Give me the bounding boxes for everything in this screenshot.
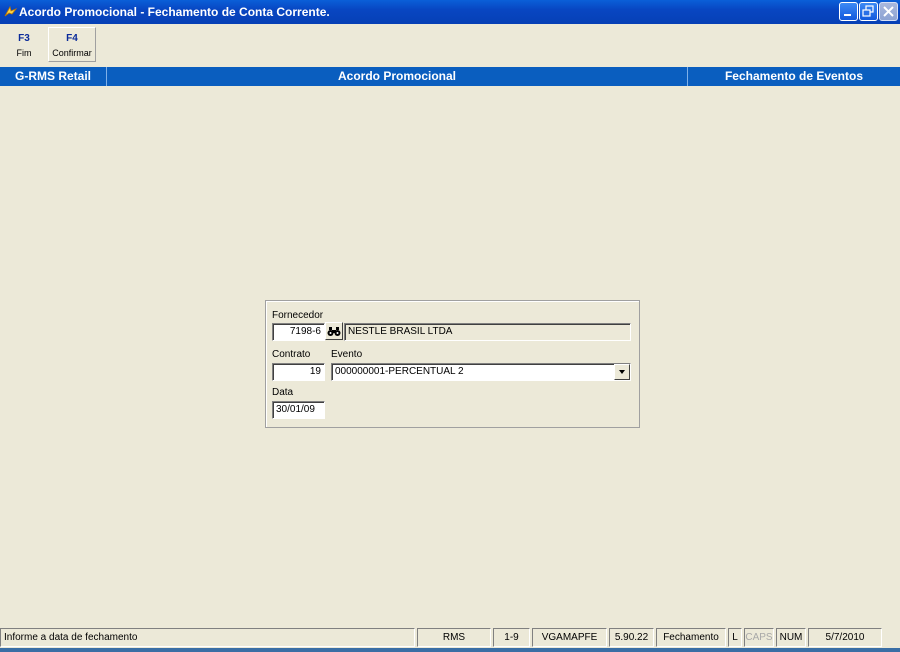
status-bar: Informe a data de fechamento RMS 1-9 VGA… — [0, 628, 900, 648]
status-date: 5/7/2010 — [808, 628, 882, 647]
header-app-name: G-RMS Retail — [14, 69, 91, 83]
restore-button[interactable] — [859, 2, 878, 21]
window-title: Acordo Promocional - Fechamento de Conta… — [19, 5, 330, 19]
status-system: RMS — [417, 628, 491, 647]
evento-dropdown-button[interactable] — [614, 364, 630, 380]
toolbar: F3 Fim F4 Confirmar — [0, 24, 900, 66]
status-mode: Fechamento — [656, 628, 726, 647]
evento-select[interactable]: 000000001-PERCENTUAL 2 — [331, 363, 631, 381]
fim-label: Fim — [16, 48, 32, 58]
fornecedor-name-field: NESTLE BRASIL LTDA — [344, 323, 631, 341]
chevron-down-icon — [619, 370, 625, 374]
restore-icon — [862, 5, 874, 17]
status-program: VGAMAPFE — [532, 628, 607, 647]
contrato-label: Contrato — [272, 349, 311, 360]
title-bar: Acordo Promocional - Fechamento de Conta… — [0, 0, 900, 24]
search-fornecedor-button[interactable] — [325, 322, 343, 340]
minimize-icon — [844, 14, 851, 16]
status-lock: L — [728, 628, 742, 647]
status-message: Informe a data de fechamento — [0, 628, 415, 647]
evento-label: Evento — [331, 349, 363, 360]
fim-button[interactable]: F3 Fim — [2, 27, 46, 62]
header-function: Fechamento de Eventos — [724, 69, 864, 83]
fornecedor-code-input[interactable]: 7198-6 — [272, 323, 325, 341]
app-icon — [4, 5, 17, 17]
status-num: NUM — [776, 628, 806, 647]
header-module: Acordo Promocional — [337, 69, 456, 83]
contrato-input[interactable]: 19 — [272, 363, 325, 381]
confirmar-label: Confirmar — [52, 48, 92, 58]
data-label: Data — [272, 387, 294, 398]
minimize-button[interactable] — [839, 2, 858, 21]
status-version: 5.90.22 — [609, 628, 654, 647]
data-input[interactable]: 30/01/09 — [272, 401, 325, 419]
header-band: G-RMS Retail Acordo Promocional Fechamen… — [0, 67, 900, 86]
confirmar-key: F4 — [66, 33, 78, 44]
window-bottom-edge — [0, 648, 900, 652]
fornecedor-label: Fornecedor — [272, 310, 324, 321]
confirmar-button[interactable]: F4 Confirmar — [48, 27, 96, 62]
status-range: 1-9 — [493, 628, 530, 647]
binoculars-icon — [327, 327, 341, 336]
close-button[interactable] — [879, 2, 898, 21]
close-icon — [883, 6, 894, 17]
fim-key: F3 — [18, 33, 30, 44]
status-caps: CAPS — [744, 628, 774, 647]
